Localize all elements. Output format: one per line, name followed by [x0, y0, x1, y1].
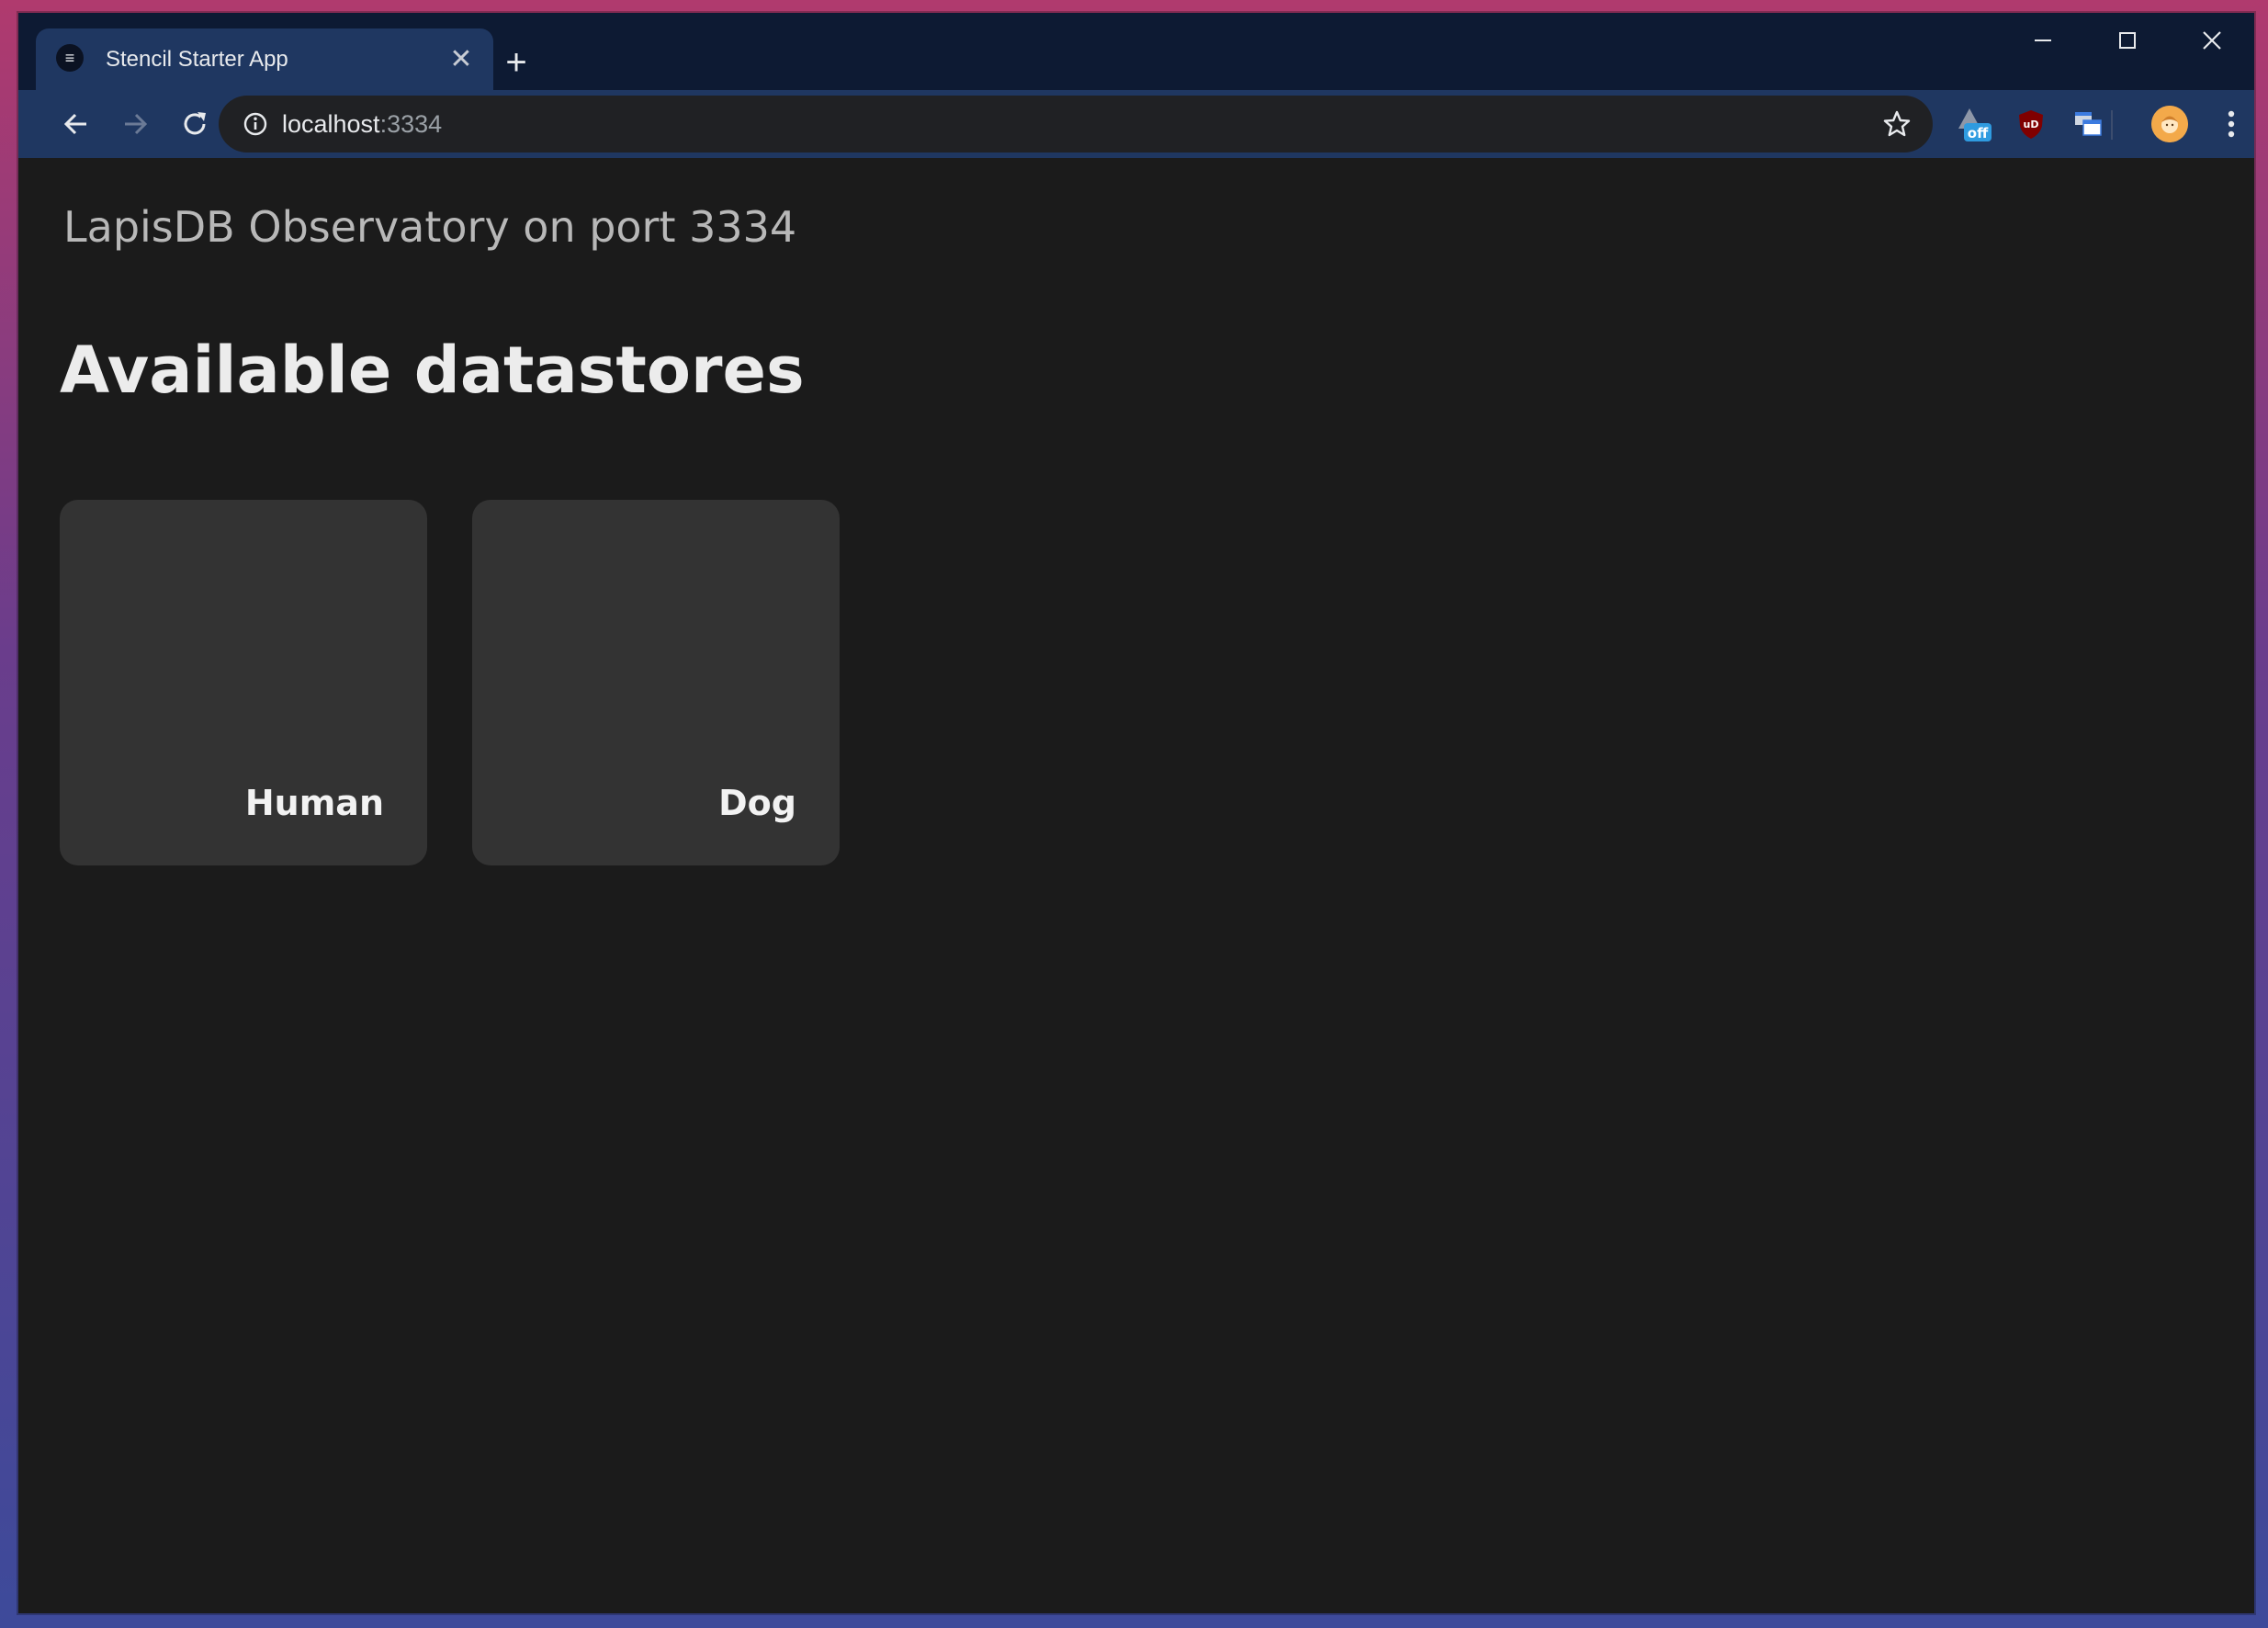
dark-reader-badge: off: [1968, 125, 1989, 141]
reload-button[interactable]: [174, 103, 216, 145]
site-info-icon[interactable]: [241, 109, 270, 139]
app-title: LapisDB Observatory on port 3334: [63, 202, 797, 252]
ublock-origin-extension-icon[interactable]: uD: [2010, 103, 2052, 145]
toolbar-separator: [2111, 110, 2113, 140]
address-host: localhost: [282, 110, 380, 138]
tab-close-icon[interactable]: ✕: [446, 43, 477, 74]
window-controls: [2001, 13, 2254, 68]
arrow-right-icon: [125, 113, 148, 135]
close-window-button[interactable]: [2170, 13, 2254, 68]
arrow-left-icon: [63, 113, 86, 135]
maximize-button[interactable]: [2085, 13, 2170, 68]
datastore-card-label: Dog: [718, 783, 796, 823]
dark-reader-extension-icon[interactable]: off: [1953, 103, 1995, 145]
forward-button[interactable]: [114, 103, 156, 145]
ublock-badge: uD: [2024, 119, 2039, 130]
reload-icon: [184, 112, 206, 135]
browser-window: ≡ Stencil Starter App ✕ + localhost:3334…: [18, 13, 2254, 1613]
more-vertical-icon: [2228, 110, 2235, 138]
browser-menu-button[interactable]: [2210, 103, 2252, 145]
ublock-shield-icon: uD: [2019, 110, 2043, 139]
star-icon: [1883, 110, 1911, 137]
back-button[interactable]: [55, 103, 97, 145]
datastore-list: Human Dog: [60, 500, 840, 865]
address-url[interactable]: localhost:3334: [282, 96, 442, 153]
window-resizer-extension-icon[interactable]: [2067, 103, 2109, 145]
profile-avatar[interactable]: [2151, 106, 2188, 142]
info-icon: [243, 112, 267, 136]
datastore-card-dog[interactable]: Dog: [472, 500, 840, 865]
address-bar[interactable]: localhost:3334: [219, 96, 1933, 153]
browser-tab[interactable]: ≡ Stencil Starter App ✕: [36, 28, 493, 90]
browser-titlebar: ≡ Stencil Starter App ✕ +: [18, 13, 2254, 90]
maximize-icon: [2119, 32, 2136, 49]
bookmark-star-icon[interactable]: [1881, 108, 1913, 140]
minimize-icon: [2035, 40, 2051, 41]
datastore-card-label: Human: [244, 783, 384, 823]
tab-favicon-icon: ≡: [56, 44, 84, 72]
tab-title: Stencil Starter App: [106, 47, 288, 72]
new-tab-button[interactable]: +: [494, 40, 538, 85]
dark-reader-icon: off: [1958, 108, 1992, 141]
close-icon: [2203, 31, 2221, 50]
address-port: :3334: [379, 110, 443, 138]
datastore-card-human[interactable]: Human: [60, 500, 427, 865]
page-content: LapisDB Observatory on port 3334 Availab…: [18, 158, 2254, 1613]
minimize-button[interactable]: [2001, 13, 2085, 68]
avatar-icon: [2151, 106, 2188, 142]
window-resizer-icon: [2075, 112, 2102, 136]
browser-toolbar: localhost:3334 off uD: [18, 90, 2254, 158]
page-title: Available datastores: [60, 333, 805, 408]
